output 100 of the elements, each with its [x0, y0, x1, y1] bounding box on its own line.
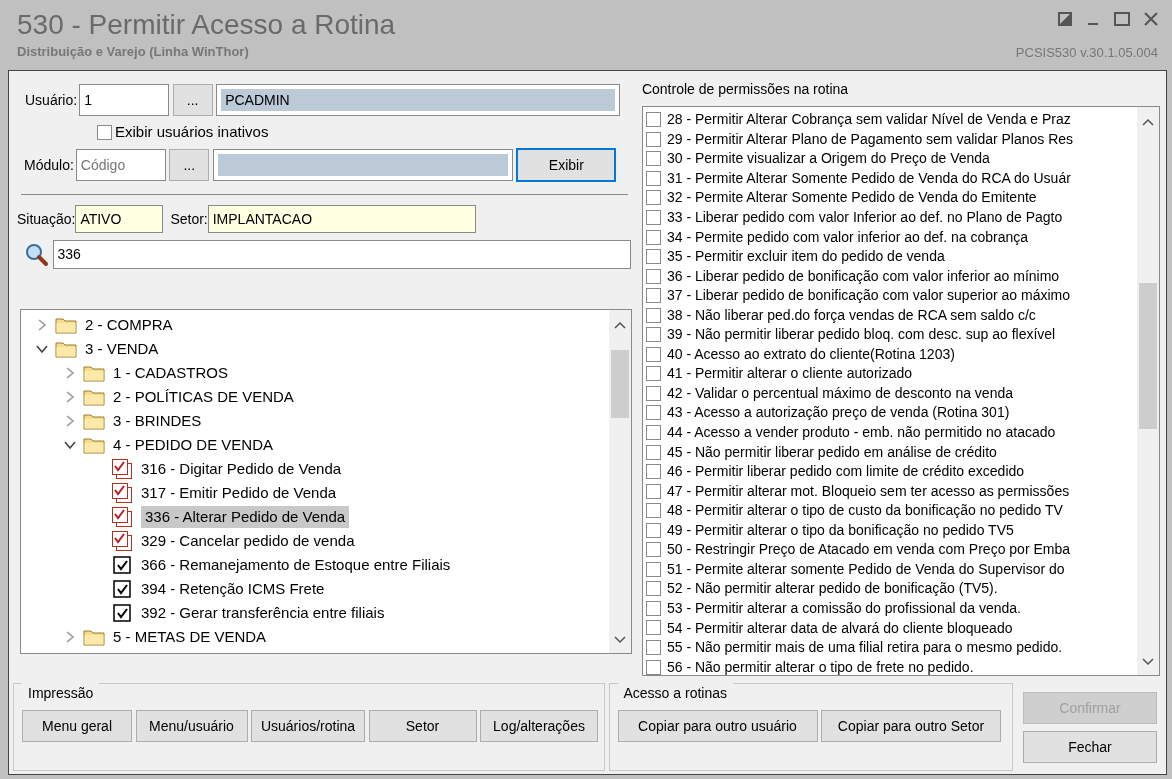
checkbox[interactable]	[645, 288, 661, 304]
user-code-field[interactable]: 1	[79, 84, 170, 116]
version-text: PCSIS530 v.30.1.05.004	[1015, 43, 1158, 62]
action-button[interactable]: Setor	[368, 710, 477, 742]
action-button[interactable]: Menu geral	[22, 710, 132, 742]
checkbox[interactable]	[645, 366, 661, 382]
scroll-up-icon[interactable]	[612, 320, 627, 330]
tree-item[interactable]: 2 - COMPRA	[85, 313, 173, 337]
tree-item[interactable]: 394 - Retenção ICMS Frete	[141, 577, 325, 601]
user-name-field[interactable]: PCADMIN	[216, 84, 621, 116]
checkbox[interactable]	[645, 151, 661, 167]
scrollbar[interactable]	[608, 310, 631, 653]
checkbox[interactable]	[645, 385, 661, 401]
module-code-field[interactable]: Código	[75, 149, 166, 181]
scroll-down-icon[interactable]	[1141, 657, 1155, 667]
checkbox[interactable]	[111, 578, 133, 600]
sector-field: IMPLANTACAO	[207, 205, 476, 233]
checkbox[interactable]	[645, 268, 661, 284]
action-button[interactable]: Log/alterações	[480, 710, 598, 742]
permission-label: 30 - Permite visualizar a Origem do Preço de Venda	[666, 149, 990, 169]
checkbox[interactable]	[645, 112, 661, 128]
user-label: Usuário:	[25, 90, 78, 110]
checkbox[interactable]	[645, 170, 661, 186]
tree-item[interactable]: 2 - POLÍTICAS DE VENDA	[113, 385, 294, 409]
checkbox[interactable]	[645, 131, 661, 147]
checkbox[interactable]	[111, 482, 133, 504]
checkbox[interactable]	[645, 210, 661, 225]
checkbox[interactable]	[645, 229, 661, 245]
close-icon[interactable]	[1144, 11, 1158, 26]
permission-label: 44 - Acesso a vender produto - emb. não permitido no atacado	[666, 423, 1056, 443]
tree-item[interactable]: 3 - VENDA	[85, 337, 159, 361]
action-button[interactable]: Menu/usuário	[135, 710, 248, 742]
restore-icon[interactable]	[1058, 11, 1072, 26]
tree-item[interactable]: 5 - METAS DE VENDA	[113, 625, 267, 649]
module-name-field[interactable]	[212, 149, 513, 181]
checkbox[interactable]	[645, 307, 661, 323]
checkbox[interactable]	[645, 425, 661, 440]
permissions-title: Controle de permissões na rotina	[641, 80, 850, 99]
tree-item[interactable]: 4 - PEDIDO DE VENDA	[113, 433, 274, 457]
checkbox[interactable]	[645, 640, 661, 656]
scroll-thumb[interactable]	[610, 350, 629, 418]
scroll-up-icon[interactable]	[1141, 117, 1155, 127]
checkbox[interactable]	[111, 458, 133, 480]
checkbox[interactable]	[97, 124, 112, 140]
permission-label: 49 - Permitir alterar o tipo da bonificação no pedido TV5	[666, 520, 1014, 540]
checkbox[interactable]	[645, 561, 661, 577]
action-button[interactable]: Usuários/rotina	[251, 710, 365, 742]
tree-item[interactable]: 316 - Digitar Pedido de Venda	[141, 457, 342, 481]
search-field[interactable]: 336	[52, 240, 631, 269]
folder-icon	[83, 628, 105, 646]
checkbox[interactable]	[111, 602, 133, 624]
tree-item[interactable]: 317 - Emitir Pedido de Venda	[141, 481, 337, 505]
checkbox[interactable]	[111, 530, 133, 552]
checkbox[interactable]	[645, 503, 661, 519]
permission-label: 35 - Permitir excluir item do pedido de venda	[666, 247, 945, 267]
permission-label: 38 - Não liberar ped.do força vendas de RCA sem saldo c/c	[666, 305, 1036, 325]
checkbox[interactable]	[645, 522, 661, 538]
tree-item[interactable]: 336 - Alterar Pedido de Venda	[141, 505, 350, 529]
action-button[interactable]: Copiar para outro usuário	[617, 710, 818, 742]
checkbox[interactable]	[645, 600, 661, 616]
tree-item[interactable]: 366 - Remanejamento de Estoque entre Filiais	[141, 553, 451, 577]
checkbox[interactable]	[645, 249, 661, 265]
permission-label: 52 - Não permitir alterar pedido de bonificação (TV5).	[666, 579, 998, 599]
permission-label: 54 - Permitir alterar data de alvará do cliente bloqueado	[666, 618, 1013, 638]
checkbox[interactable]	[645, 542, 661, 558]
lookup-button[interactable]: ...	[172, 84, 213, 116]
checkbox[interactable]	[645, 483, 661, 499]
scroll-thumb[interactable]	[1139, 283, 1157, 429]
tree-item[interactable]: 3 - BRINDES	[113, 409, 202, 433]
tree-item[interactable]: 1 - CADASTROS	[113, 361, 229, 385]
permission-label: 36 - Liberar pedido de bonificação com valor inferior ao mínimo	[666, 266, 1060, 286]
checkbox[interactable]	[645, 581, 661, 597]
checkbox[interactable]	[111, 506, 133, 528]
permission-label: 37 - Liberar pedido de bonificação com valor superior ao máximo	[666, 286, 1071, 306]
action-button[interactable]: Fechar	[1023, 731, 1157, 763]
tree-item[interactable]: 392 - Gerar transferência entre filiais	[141, 601, 385, 625]
tree-item[interactable]: 329 - Cancelar pedido de venda	[141, 529, 355, 553]
action-button[interactable]: Copiar para outro Setor	[821, 710, 1001, 742]
permission-label: 33 - Liberar pedido com valor Inferior ao def. no Plano de Pagto	[666, 208, 1063, 227]
folder-icon	[83, 412, 105, 430]
checkbox[interactable]	[645, 346, 661, 362]
checkbox[interactable]	[645, 405, 661, 421]
permission-label: 31 - Permite Alterar Somente Pedido de Venda do RCA do Usuár	[666, 168, 1071, 188]
show-button[interactable]: Exibir	[516, 148, 617, 182]
maximize-icon[interactable]	[1114, 11, 1130, 26]
group-title: Impressão	[22, 683, 100, 704]
checkbox[interactable]	[111, 554, 133, 576]
lookup-button[interactable]: ...	[169, 149, 210, 181]
checkbox[interactable]	[645, 444, 661, 460]
permission-label: 43 - Acesso a autorização preço de venda (Rotina 301)	[666, 403, 1010, 423]
checkbox[interactable]	[645, 327, 661, 343]
checkbox[interactable]	[645, 620, 661, 636]
scrollbar[interactable]	[1137, 107, 1159, 675]
sector-label: Setor:	[170, 209, 208, 229]
permission-label: 50 - Restringir Preço de Atacado em venda com Preço por Emba	[666, 540, 1070, 560]
checkbox[interactable]	[645, 464, 661, 480]
scroll-down-icon[interactable]	[612, 635, 627, 645]
checkbox[interactable]	[645, 659, 661, 675]
permission-label: 47 - Permitir alterar mot. Bloqueio sem ter acesso as permissões	[666, 481, 1070, 501]
checkbox[interactable]	[645, 190, 661, 206]
